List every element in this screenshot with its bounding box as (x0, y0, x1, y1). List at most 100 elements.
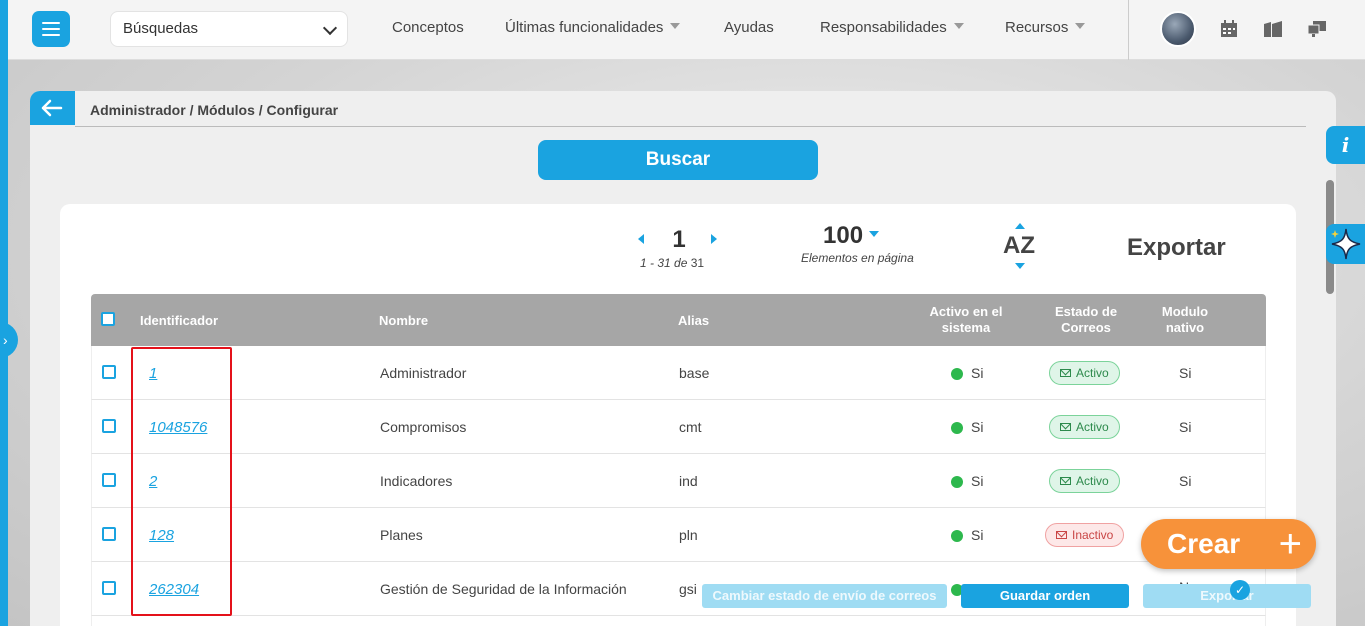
table-row: 128 Planes pln Si Inactivo (91, 508, 1266, 562)
identifier-link[interactable]: 262304 (149, 581, 199, 598)
prev-page-icon[interactable] (638, 234, 644, 244)
menu-button[interactable] (32, 11, 70, 47)
create-label: Crear (1167, 528, 1241, 559)
nav-responsabilidades[interactable]: Responsabilidades (820, 19, 964, 36)
nav-conceptos[interactable]: Conceptos (392, 19, 464, 36)
identifier-link[interactable]: 2 (149, 473, 157, 490)
identifier-link[interactable]: 1 (149, 365, 157, 382)
nav-label: Recursos (1005, 19, 1069, 36)
envelope-icon (1060, 423, 1071, 431)
module-alias: cmt (679, 419, 702, 435)
select-all-checkbox[interactable] (101, 312, 115, 326)
row-checkbox[interactable] (102, 419, 116, 433)
active-status: Si (951, 454, 983, 508)
status-dot-icon (951, 422, 963, 434)
mail-state-badge[interactable]: Activo (1049, 361, 1120, 385)
native-module: Si (1179, 419, 1192, 435)
avatar[interactable] (1160, 11, 1196, 47)
row-checkbox[interactable] (102, 527, 116, 541)
row-checkbox[interactable] (102, 581, 116, 595)
breadcrumb: Administrador / Módulos / Configurar (90, 102, 339, 118)
module-name: Compromisos (380, 419, 467, 435)
nav-label: Responsabilidades (820, 19, 947, 36)
row-checkbox[interactable] (102, 473, 116, 487)
per-page-select[interactable]: 100 (823, 222, 880, 250)
nav-label: Conceptos (392, 19, 464, 36)
header-activo[interactable]: Activo en el sistema (919, 294, 1013, 346)
nav-divider (1128, 0, 1129, 60)
pager-total: 31 (690, 256, 705, 270)
sort-down-icon[interactable] (1015, 263, 1025, 269)
table-header: Identificador Nombre Alias Activo en el … (91, 294, 1266, 346)
info-icon[interactable]: i (1326, 126, 1365, 164)
search-button[interactable]: Buscar (538, 140, 818, 180)
arrow-left-icon (41, 99, 63, 117)
active-text: Si (971, 473, 984, 489)
top-bar: Búsquedas Conceptos Últimas funcionalida… (8, 0, 1365, 60)
create-button[interactable]: Crear + (1141, 519, 1316, 569)
caret-down-icon (953, 23, 964, 29)
header-alias[interactable]: Alias (678, 294, 709, 346)
caret-down-icon (670, 23, 681, 29)
identifier-link[interactable]: 128 (149, 527, 174, 544)
status-dot-icon (951, 368, 963, 380)
caret-down-icon (869, 231, 880, 237)
module-name: Administrador (380, 365, 467, 381)
envelope-icon (1060, 477, 1071, 485)
active-status: Si (951, 508, 983, 562)
plus-icon: + (1278, 522, 1302, 566)
module-alias: gsi (679, 581, 697, 597)
folders-icon[interactable] (1262, 18, 1284, 40)
sort-button[interactable]: AZ (1003, 232, 1035, 260)
table-row: 1048576 Compromisos cmt Si Activo Si (91, 400, 1266, 454)
left-accent-strip (0, 0, 8, 626)
sort-up-icon[interactable] (1015, 223, 1025, 229)
row-checkbox[interactable] (102, 365, 116, 379)
export-button[interactable]: Exportar (1127, 234, 1226, 262)
header-nombre[interactable]: Nombre (379, 294, 428, 346)
ai-assistant-tab[interactable] (1326, 224, 1365, 264)
mail-state-text: Activo (1076, 474, 1109, 488)
status-dot-icon (951, 530, 963, 542)
mail-state-badge[interactable]: Inactivo (1045, 523, 1125, 547)
nav-recursos[interactable]: Recursos (1005, 19, 1086, 36)
monitor-icon[interactable] (1306, 18, 1328, 40)
header-modulo-nativo[interactable]: Modulo nativo (1149, 294, 1221, 346)
active-status: Si (951, 400, 983, 454)
back-button[interactable] (30, 91, 75, 125)
mail-state-badge[interactable]: Activo (1049, 415, 1120, 439)
change-mail-state-button[interactable]: Cambiar estado de envío de correos (702, 584, 947, 608)
nav-label: Últimas funcionalidades (505, 19, 664, 36)
per-page-value: 100 (823, 222, 864, 249)
hamburger-line (42, 22, 60, 24)
mail-state-text: Activo (1076, 420, 1109, 434)
module-alias: ind (679, 473, 698, 489)
header-identificador[interactable]: Identificador (140, 294, 218, 346)
check-circle-icon[interactable]: ✓ (1230, 580, 1250, 600)
table-row (91, 616, 1266, 626)
active-text: Si (971, 365, 984, 381)
mail-state-badge[interactable]: Activo (1049, 469, 1120, 493)
mail-state-text: Inactivo (1072, 528, 1114, 542)
envelope-icon (1056, 531, 1067, 539)
next-page-icon[interactable] (711, 234, 717, 244)
caret-down-icon (1075, 23, 1086, 29)
module-alias: pln (679, 527, 698, 543)
per-page-label: Elementos en página (801, 251, 914, 265)
header-estado-correos[interactable]: Estado de Correos (1041, 294, 1131, 346)
pager-range-text: 1 - 31 (640, 256, 671, 270)
nav-ultimas-funcionalidades[interactable]: Últimas funcionalidades (505, 19, 681, 36)
export-bottom-button[interactable]: Exportar (1143, 584, 1311, 608)
table-row: 1 Administrador base Si Activo Si (91, 346, 1266, 400)
save-order-button[interactable]: Guardar orden (961, 584, 1129, 608)
active-text: Si (971, 419, 984, 435)
current-page: 1 (672, 226, 686, 253)
module-alias: base (679, 365, 710, 381)
active-text: Si (971, 527, 984, 543)
calendar-icon[interactable] (1218, 18, 1240, 40)
pager-of-label: de (674, 256, 688, 270)
envelope-icon (1060, 369, 1071, 377)
identifier-link[interactable]: 1048576 (149, 419, 207, 436)
search-select[interactable]: Búsquedas (110, 11, 348, 47)
nav-ayudas[interactable]: Ayudas (724, 19, 774, 36)
